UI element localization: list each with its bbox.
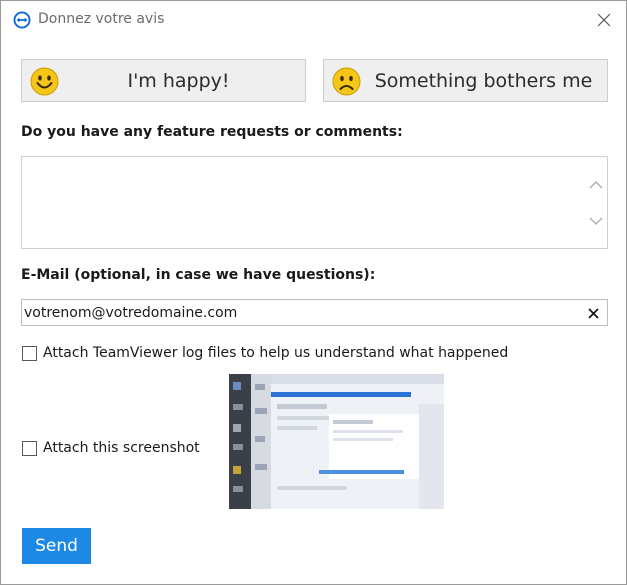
feedback-dialog: Donnez votre avis I'm happy! Something b…: [0, 0, 627, 585]
clear-email-button[interactable]: [585, 305, 601, 321]
something-bothers-me-button[interactable]: Something bothers me: [323, 59, 608, 102]
comments-label: Do you have any feature requests or comm…: [21, 124, 403, 140]
smiley-sad-icon: [332, 67, 361, 96]
email-field-container: [21, 299, 608, 326]
email-label: E-Mail (optional, in case we have questi…: [21, 267, 376, 283]
title-bar: Donnez votre avis: [1, 1, 626, 39]
chevron-up-icon: [589, 180, 603, 189]
happy-button[interactable]: I'm happy!: [21, 59, 306, 102]
teamviewer-logo-icon: [13, 11, 31, 29]
scroll-down-button[interactable]: [587, 214, 605, 228]
attach-screenshot-label[interactable]: Attach this screenshot: [43, 440, 200, 456]
attach-log-files-checkbox[interactable]: [22, 346, 37, 361]
scroll-up-button[interactable]: [587, 177, 605, 191]
happy-button-label: I'm happy!: [127, 70, 230, 92]
attach-screenshot-checkbox[interactable]: [22, 441, 37, 456]
attach-log-files-label[interactable]: Attach TeamViewer log files to help us u…: [43, 345, 508, 361]
comments-textarea[interactable]: [21, 156, 608, 249]
screenshot-thumbnail: [229, 374, 444, 509]
close-button[interactable]: [591, 9, 617, 31]
chevron-down-icon: [589, 216, 603, 225]
close-icon: [597, 13, 611, 27]
window-title: Donnez votre avis: [38, 11, 165, 27]
clear-icon: [587, 307, 599, 319]
bothers-button-label: Something bothers me: [374, 70, 593, 92]
email-input[interactable]: [22, 300, 577, 325]
send-button[interactable]: Send: [22, 528, 91, 564]
